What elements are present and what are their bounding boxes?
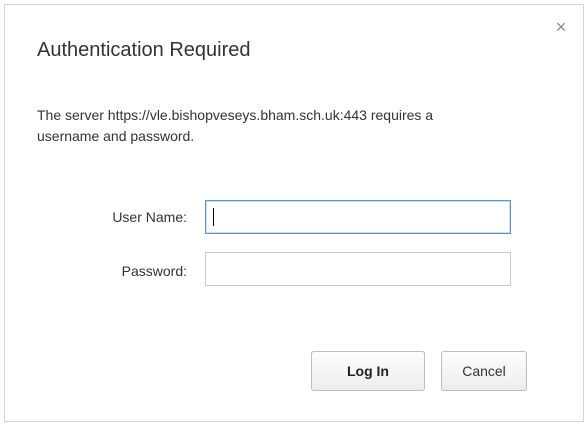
log-in-button[interactable]: Log In: [311, 351, 425, 391]
password-label: Password:: [121, 263, 187, 279]
auth-message: The server https://vle.bishopveseys.bham…: [37, 107, 434, 144]
auth-dialog: × Authentication Required The server htt…: [4, 4, 584, 422]
cancel-button[interactable]: Cancel: [441, 351, 527, 391]
username-input[interactable]: [205, 200, 511, 234]
dialog-title: Authentication Required: [37, 39, 251, 61]
password-input[interactable]: [205, 252, 511, 286]
username-label: User Name:: [112, 209, 187, 225]
close-icon[interactable]: ×: [553, 18, 569, 36]
text-cursor: [213, 208, 214, 226]
